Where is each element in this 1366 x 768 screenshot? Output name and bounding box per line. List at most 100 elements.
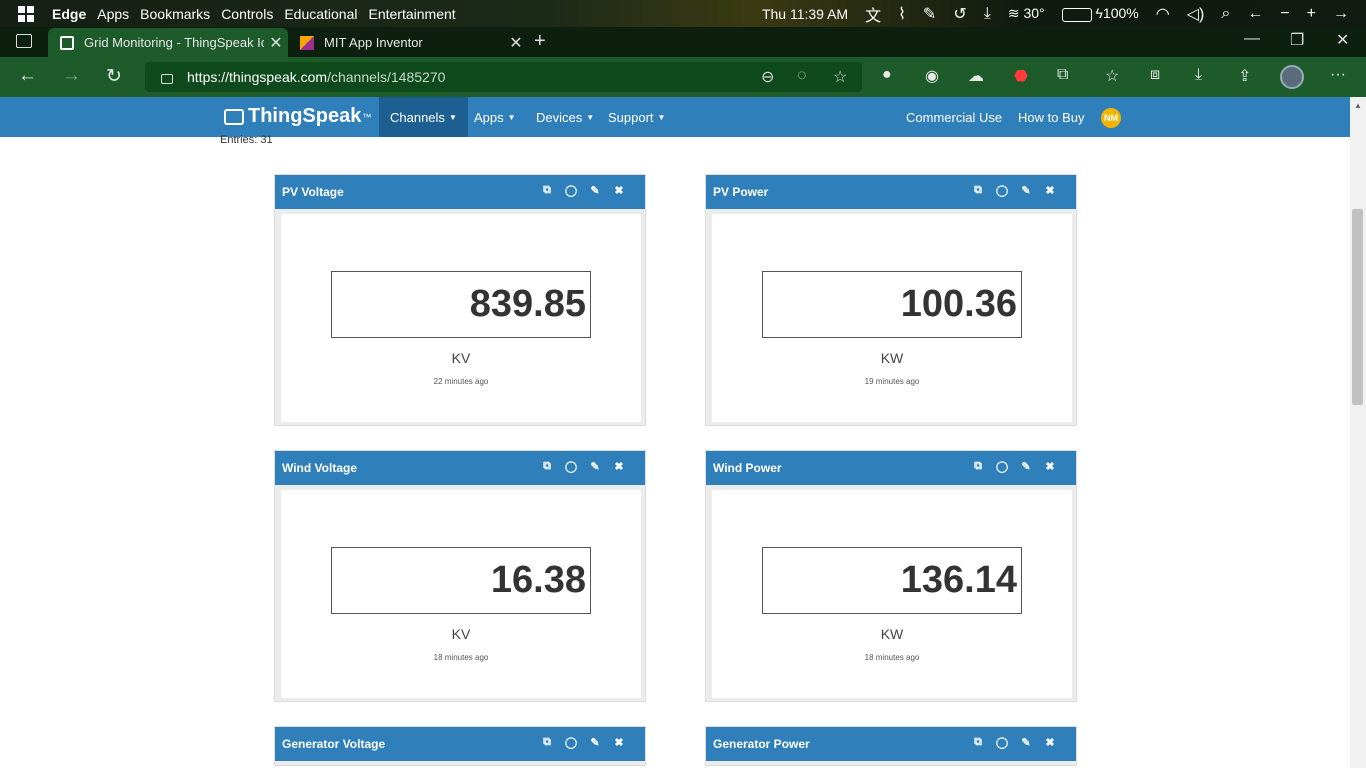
- menu-educational[interactable]: Educational: [284, 6, 357, 22]
- page-scrollbar[interactable]: ▲: [1350, 97, 1366, 768]
- menu-entertainment[interactable]: Entertainment: [369, 6, 456, 22]
- close-window-icon[interactable]: ✕: [1336, 30, 1349, 50]
- forward-icon[interactable]: →: [62, 65, 81, 87]
- comment-icon[interactable]: ◯: [559, 184, 583, 197]
- comment-icon[interactable]: ◯: [990, 184, 1014, 197]
- wifi-icon[interactable]: ◠: [1156, 4, 1170, 24]
- widget-body: 839.85 KV 22 minutes ago: [281, 214, 641, 422]
- minimize-window-icon[interactable]: —: [1244, 30, 1260, 48]
- close-icon[interactable]: ✖: [607, 736, 631, 749]
- close-icon[interactable]: ✖: [607, 184, 631, 197]
- url-path: /channels/1485270: [327, 69, 446, 85]
- scroll-up-icon[interactable]: ▲: [1354, 101, 1362, 110]
- back-icon[interactable]: ←: [18, 65, 37, 87]
- pen-icon[interactable]: ✎: [923, 4, 936, 24]
- edit-icon[interactable]: ✎: [583, 736, 607, 749]
- zoom-icon[interactable]: ⊖: [761, 67, 774, 87]
- external-link-icon[interactable]: ⧉: [966, 736, 990, 749]
- scrollbar-thumb[interactable]: [1352, 209, 1363, 405]
- nav-channels[interactable]: Channels ▼: [379, 97, 468, 137]
- edit-icon[interactable]: ✎: [583, 460, 607, 473]
- commercial-use-link[interactable]: Commercial Use: [906, 110, 1002, 125]
- arrow-left-icon[interactable]: ←: [1247, 5, 1263, 23]
- tab-actions-icon[interactable]: [16, 34, 32, 48]
- tab-title: Grid Monitoring - ThingSpeak Io: [84, 35, 264, 50]
- tracking-prevention-icon[interactable]: ◌: [797, 67, 807, 85]
- how-to-buy-link[interactable]: How to Buy: [1018, 110, 1084, 125]
- weather[interactable]: ≋ 30°: [1008, 5, 1045, 22]
- edit-icon[interactable]: ✎: [1014, 184, 1038, 197]
- user-avatar[interactable]: NM: [1101, 108, 1121, 128]
- menu-edge[interactable]: Edge: [52, 6, 86, 22]
- windows-icon[interactable]: [18, 5, 34, 22]
- edit-icon[interactable]: ✎: [583, 184, 607, 197]
- favorites-icon[interactable]: ☆: [1105, 66, 1119, 86]
- external-link-icon[interactable]: ⧉: [535, 736, 559, 749]
- extension-cloud-icon[interactable]: ☁: [968, 66, 984, 86]
- plus-icon[interactable]: +: [1307, 5, 1316, 23]
- tab-grid-monitoring[interactable]: Grid Monitoring - ThingSpeak Io ✕: [48, 28, 288, 57]
- widget-wind-voltage: Wind Voltage ⧉ ◯ ✎ ✖ 16.38 KV 18 minutes…: [274, 450, 646, 702]
- close-icon[interactable]: ✖: [1038, 736, 1062, 749]
- close-tab-icon[interactable]: ✕: [264, 33, 288, 53]
- address-bar[interactable]: https://thingspeak.com/channels/1485270 …: [145, 62, 862, 92]
- nav-devices[interactable]: Devices ▼: [525, 97, 605, 137]
- external-link-icon[interactable]: ⧉: [966, 460, 990, 473]
- numeric-display: 100.36: [762, 271, 1022, 338]
- download-icon[interactable]: ⤓: [984, 5, 991, 23]
- refresh-icon[interactable]: ↻: [106, 65, 122, 88]
- comment-icon[interactable]: ◯: [559, 736, 583, 749]
- close-tab-icon[interactable]: ✕: [504, 33, 528, 53]
- widget-header: Generator Power ⧉ ◯ ✎ ✖: [706, 727, 1076, 761]
- extension-adblock-icon[interactable]: ⬣: [1014, 66, 1028, 86]
- close-icon[interactable]: ✖: [1038, 460, 1062, 473]
- comment-icon[interactable]: ◯: [990, 736, 1014, 749]
- lock-icon[interactable]: [161, 74, 173, 84]
- minus-icon[interactable]: −: [1280, 5, 1289, 23]
- add-favorite-icon[interactable]: ☆: [833, 67, 847, 87]
- arrow-right-icon[interactable]: →: [1333, 5, 1349, 23]
- translate-icon[interactable]: 文: [865, 2, 881, 26]
- share-icon[interactable]: ⇪: [1238, 66, 1251, 86]
- caret-down-icon: ▼: [448, 112, 457, 122]
- menu-bookmarks[interactable]: Bookmarks: [140, 6, 210, 22]
- profile-avatar[interactable]: [1280, 65, 1304, 89]
- external-link-icon[interactable]: ⧉: [966, 184, 990, 197]
- extensions-icon[interactable]: ⧉: [1057, 66, 1068, 84]
- clock[interactable]: Thu 11:39 AM: [762, 6, 848, 22]
- volume-icon[interactable]: ◁): [1187, 4, 1205, 24]
- downloads-icon[interactable]: ⤓: [1195, 66, 1202, 84]
- widget-actions: ⧉ ◯ ✎ ✖: [966, 736, 1062, 749]
- menu-controls[interactable]: Controls: [221, 6, 273, 22]
- extension-drop-icon[interactable]: ●: [882, 66, 892, 84]
- extension-globe-icon[interactable]: ◉: [925, 66, 939, 86]
- edit-icon[interactable]: ✎: [1014, 460, 1038, 473]
- nav-apps[interactable]: Apps ▼: [463, 97, 527, 137]
- battery-status[interactable]: ϟ100%: [1061, 5, 1139, 22]
- thingspeak-logo[interactable]: ThingSpeak ™: [224, 105, 371, 128]
- restore-window-icon[interactable]: ❐: [1290, 30, 1304, 50]
- widget-generator-voltage: Generator Voltage ⧉ ◯ ✎ ✖: [274, 726, 646, 766]
- widget-header: Generator Voltage ⧉ ◯ ✎ ✖: [275, 727, 645, 761]
- widget-header: Wind Power ⧉ ◯ ✎ ✖: [706, 451, 1076, 485]
- comment-icon[interactable]: ◯: [990, 460, 1014, 473]
- widget-pv-voltage: PV Voltage ⧉ ◯ ✎ ✖ 839.85 KV 22 minutes …: [274, 174, 646, 426]
- paperclip-icon[interactable]: ⌇: [898, 4, 906, 24]
- more-menu-icon[interactable]: ···: [1330, 66, 1346, 84]
- widget-pv-power: PV Power ⧉ ◯ ✎ ✖ 100.36 KW 19 minutes ag…: [705, 174, 1077, 426]
- close-icon[interactable]: ✖: [607, 460, 631, 473]
- comment-icon[interactable]: ◯: [559, 460, 583, 473]
- unit-label: KW: [880, 626, 904, 642]
- edit-icon[interactable]: ✎: [1014, 736, 1038, 749]
- external-link-icon[interactable]: ⧉: [535, 184, 559, 197]
- close-icon[interactable]: ✖: [1038, 184, 1062, 197]
- nav-support[interactable]: Support ▼: [597, 97, 676, 137]
- external-link-icon[interactable]: ⧉: [535, 460, 559, 473]
- menu-apps[interactable]: Apps: [97, 6, 129, 22]
- new-tab-icon[interactable]: +: [534, 30, 546, 53]
- battery-icon: [1061, 7, 1092, 22]
- history-icon[interactable]: ↺: [953, 4, 966, 24]
- tab-mit-app-inventor[interactable]: MIT App Inventor ✕: [288, 28, 528, 57]
- search-icon[interactable]: ⌕: [1221, 5, 1230, 23]
- collections-icon[interactable]: ⧈: [1150, 66, 1160, 84]
